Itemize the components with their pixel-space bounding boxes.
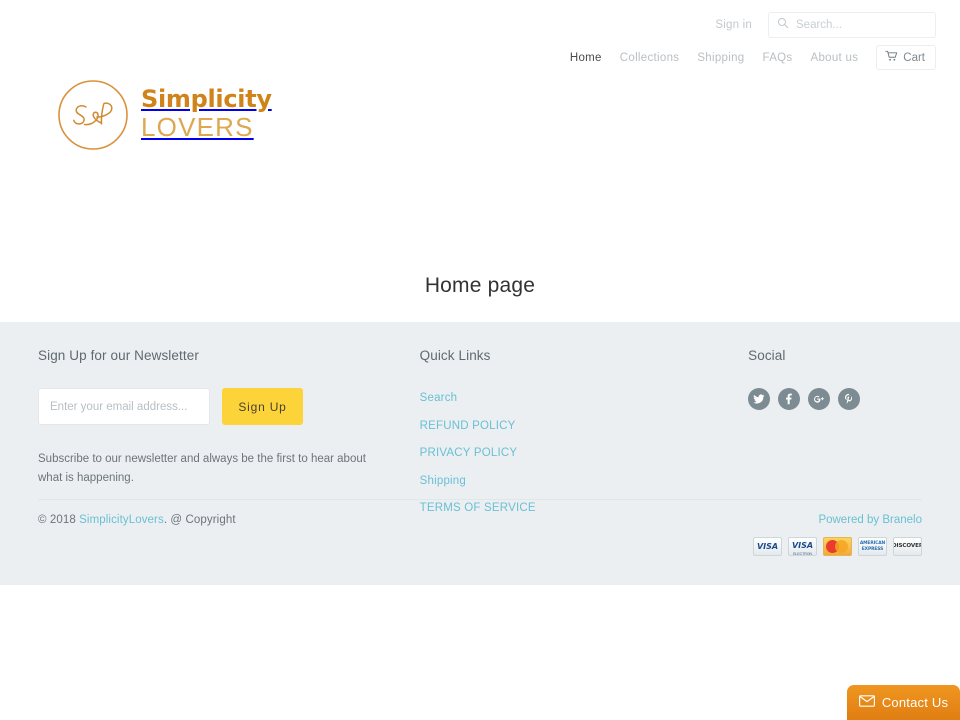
nav-item-collections[interactable]: Collections (611, 47, 689, 69)
nav-item-about-us[interactable]: About us (801, 47, 867, 69)
site-logo[interactable]: Simplicity LOVERS (56, 78, 272, 152)
powered-by-link[interactable]: Powered by Branelo (753, 514, 922, 526)
envelope-icon (858, 695, 875, 710)
pinterest-icon[interactable] (838, 388, 861, 410)
social-icons-row (748, 388, 922, 410)
list-item: Search (420, 388, 748, 406)
brand-link[interactable]: SimplicityLovers (79, 514, 164, 526)
visa-electron-label: VISA (791, 541, 814, 551)
header-utility-bar: Sign in (713, 12, 936, 38)
discover-label: DISCOVER (893, 542, 922, 549)
visa-label: VISA (756, 541, 779, 551)
google-plus-icon[interactable] (808, 388, 831, 410)
quick-links-heading: Quick Links (419, 348, 491, 363)
list-item: Shipping (420, 471, 748, 489)
footer-bottom-bar: © 2018 SimplicityLovers. @ Copyright Pow… (38, 514, 922, 556)
logo-monogram-icon (56, 78, 130, 152)
cart-icon (885, 50, 898, 65)
list-item: PRIVACY POLICY (420, 443, 748, 461)
visa-electron-stack: VISA ELECTRON (791, 538, 814, 556)
discover-icon: DISCOVER (893, 537, 922, 556)
american-express-label: AMERICAN EXPRESS (859, 541, 886, 552)
cart-button[interactable]: Cart (876, 45, 936, 70)
social-heading: Social (748, 348, 786, 363)
newsletter-heading: Sign Up for our Newsletter (38, 348, 199, 363)
search-icon (777, 16, 789, 34)
visa-icon: VISA (753, 537, 782, 556)
american-express-icon: AMERICAN EXPRESS (858, 537, 887, 556)
search-input[interactable] (796, 19, 927, 31)
mastercard-icon (823, 537, 852, 556)
quick-link-search[interactable]: Search (420, 392, 458, 404)
cart-label: Cart (903, 51, 925, 64)
quick-link-refund-policy[interactable]: REFUND POLICY (420, 420, 516, 432)
quick-link-shipping[interactable]: Shipping (420, 475, 466, 487)
copyright-prefix: © 2018 (38, 514, 80, 526)
contact-us-label: Contact Us (881, 695, 949, 710)
sign-in-link[interactable]: Sign in (713, 15, 754, 35)
mastercard-circles (825, 540, 851, 553)
newsletter-signup-button[interactable]: Sign Up (222, 388, 303, 425)
logo-line-lovers: LOVERS (141, 112, 254, 142)
newsletter-form: Sign Up (38, 388, 420, 425)
page-title: Home page (424, 274, 536, 297)
list-item: REFUND POLICY (420, 416, 748, 434)
copyright-text: © 2018 SimplicityLovers. @ Copyright (38, 514, 236, 526)
twitter-icon[interactable] (748, 388, 771, 410)
nav-item-faqs[interactable]: FAQs (754, 47, 802, 69)
site-footer: Sign Up for our Newsletter Sign Up Subsc… (0, 322, 960, 585)
newsletter-description: Subscribe to our newsletter and always b… (38, 453, 366, 484)
quick-link-privacy-policy[interactable]: PRIVACY POLICY (420, 447, 518, 459)
facebook-icon[interactable] (778, 388, 801, 410)
footer-divider (38, 499, 922, 500)
nav-item-shipping[interactable]: Shipping (688, 47, 753, 69)
quick-links-list: Search REFUND POLICY PRIVACY POLICY Ship… (420, 388, 748, 516)
logo-line-simplicity: Simplicity (141, 85, 272, 113)
search-box[interactable] (768, 12, 936, 38)
contact-us-button[interactable]: Contact Us (847, 685, 960, 720)
visa-electron-sub: ELECTRON (793, 552, 812, 556)
payment-methods-row: VISA VISA ELECTRON AMERICAN EXPRESS DISC… (753, 537, 922, 556)
main-navigation: Home Collections Shipping FAQs About us … (561, 45, 936, 70)
copyright-suffix: . @ Copyright (163, 514, 236, 526)
quick-link-terms-of-service[interactable]: TERMS OF SERVICE (420, 502, 536, 514)
visa-electron-icon: VISA ELECTRON (788, 537, 817, 556)
powered-by-block: Powered by Branelo VISA VISA ELECTRON AM… (753, 514, 922, 556)
logo-wordmark: Simplicity LOVERS (141, 87, 272, 143)
newsletter-email-input[interactable] (38, 388, 210, 425)
site-header: Sign in Home Collections Shipping FAQs A… (0, 0, 960, 250)
page-title-band: Home page (0, 250, 960, 322)
nav-item-home[interactable]: Home (561, 47, 611, 69)
